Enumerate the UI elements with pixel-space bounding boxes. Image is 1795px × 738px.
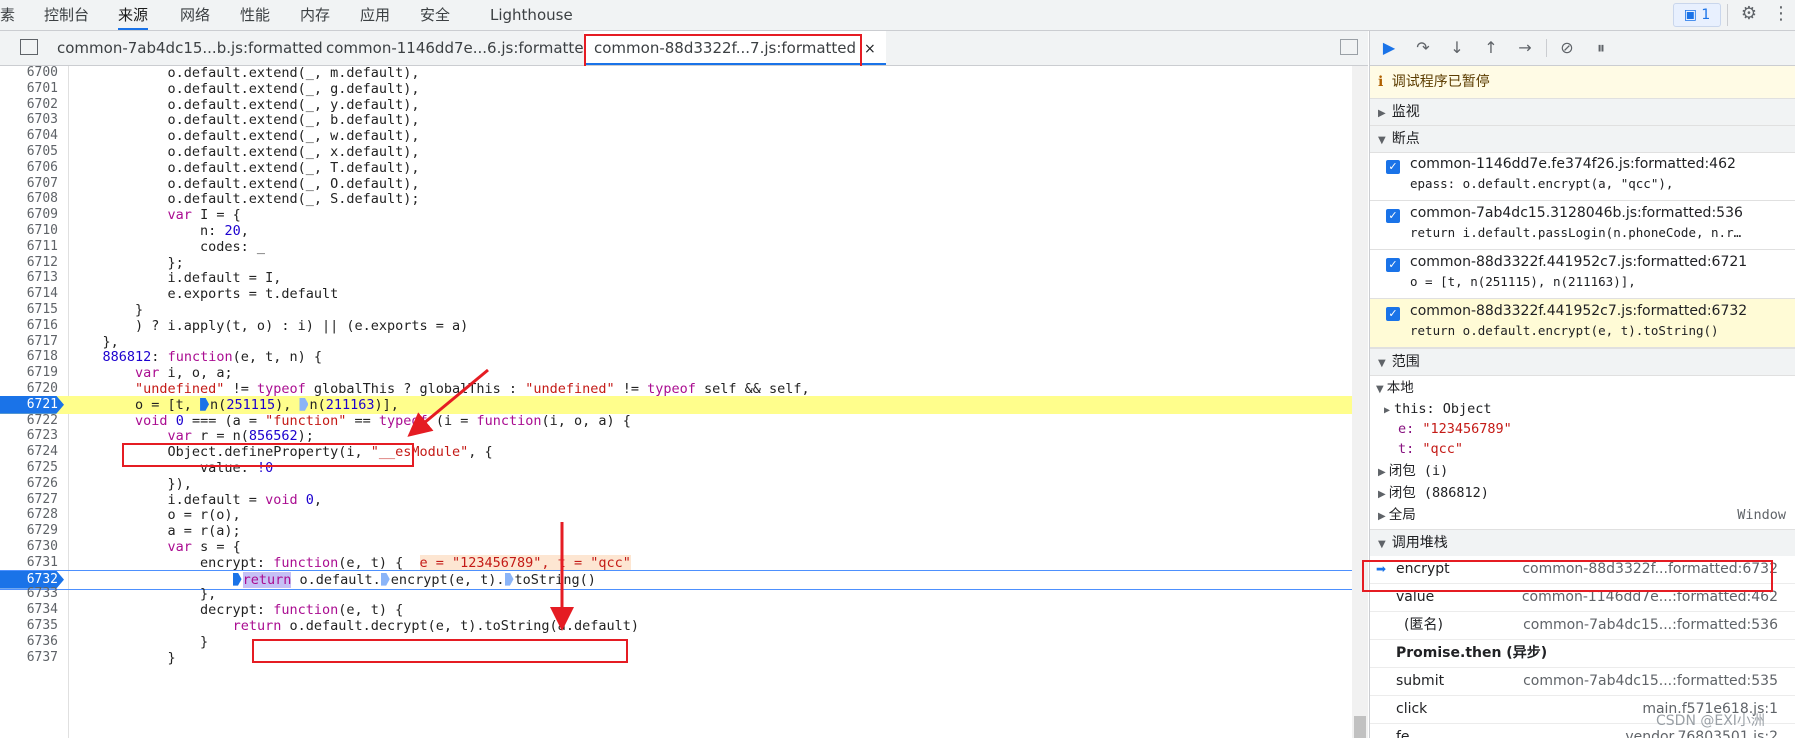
step-out-icon[interactable]: ↑ <box>1480 37 1502 59</box>
section-title: 范围 <box>1391 354 1420 370</box>
breakpoint-location: common-88d3322f.441952c7.js:formatted:67… <box>1410 303 1748 319</box>
breakpoint-location: common-1146dd7e.fe374f26.js:formatted:46… <box>1410 156 1736 172</box>
deactivate-breakpoints-icon[interactable]: ⊘ <box>1556 37 1578 59</box>
section-title: 监视 <box>1391 104 1420 120</box>
divider <box>1546 39 1547 57</box>
collapse-triangle-icon: ▼ <box>1376 384 1384 395</box>
scope-local[interactable]: ▼ 本地 <box>1370 378 1795 398</box>
annotation-red-box-callstack <box>1362 560 1773 592</box>
scope-local-label: 本地 <box>1386 380 1414 396</box>
callstack-async-separator: Promise.then (异步) <box>1370 640 1795 668</box>
expand-triangle-icon: ▶ <box>1378 511 1386 522</box>
scope-this[interactable]: ▶ this: Object <box>1384 399 1795 419</box>
scope-section-header[interactable]: ▼ 范围 <box>1370 348 1795 376</box>
annotation-arrow-1 <box>407 368 489 437</box>
paused-banner: ℹ 调试程序已暂停 <box>1370 66 1795 99</box>
callstack-frame[interactable]: submit common-7ab4dc15...:formatted:535 <box>1370 668 1795 696</box>
frame-location: common-7ab4dc15...:formatted:536 <box>1523 617 1778 633</box>
breakpoint-code: o = [t, n(251115), n(211163)], <box>1410 274 1636 289</box>
async-label: Promise.then (异步) <box>1396 645 1548 661</box>
collapse-triangle-icon: ▼ <box>1378 135 1386 146</box>
breakpoint-item[interactable]: ✓ common-1146dd7e.fe374f26.js:formatted:… <box>1370 152 1795 201</box>
breakpoint-location: common-7ab4dc15.3128046b.js:formatted:53… <box>1410 205 1743 221</box>
pause-on-exceptions-icon[interactable]: ⏸ <box>1590 37 1612 59</box>
scope-var-e[interactable]: e: "123456789" <box>1398 419 1795 439</box>
var-name: e: <box>1398 421 1415 437</box>
scope-closure-label: 闭包 (i) <box>1388 463 1449 479</box>
breakpoint-code: return o.default.encrypt(e, t).toString(… <box>1410 323 1719 338</box>
frame-function: fe <box>1396 729 1410 738</box>
breakpoint-code: epass: o.default.encrypt(a, "qcc"), <box>1410 176 1674 191</box>
frame-function: (匿名) <box>1404 617 1443 633</box>
watch-section-header[interactable]: ▶ 监视 <box>1370 98 1795 126</box>
debugger-toolbar: ▶ ↷ ↓ ↑ → ⊘ ⏸ <box>1370 31 1795 66</box>
expand-triangle-icon: ▶ <box>1384 405 1391 416</box>
expand-triangle-icon: ▶ <box>1378 489 1386 500</box>
step-icon[interactable]: → <box>1514 37 1536 59</box>
breakpoints-section-header[interactable]: ▼ 断点 <box>1370 125 1795 153</box>
section-title: 调用堆栈 <box>1391 535 1448 551</box>
expand-triangle-icon: ▶ <box>1378 467 1386 478</box>
scope-var-t[interactable]: t: "qcc" <box>1398 439 1795 459</box>
collapse-triangle-icon: ▼ <box>1378 358 1386 369</box>
scope-this-label: this: Object <box>1394 401 1492 417</box>
var-value: "123456789" <box>1422 421 1512 437</box>
scope-closure-i[interactable]: ▶ 闭包 (i) <box>1370 461 1795 481</box>
breakpoint-checkbox[interactable]: ✓ <box>1386 160 1400 174</box>
step-into-icon[interactable]: ↓ <box>1446 37 1468 59</box>
frame-location: common-7ab4dc15...:formatted:535 <box>1523 673 1778 689</box>
var-value: "qcc" <box>1422 441 1464 457</box>
breakpoint-checkbox[interactable]: ✓ <box>1386 258 1400 272</box>
breakpoint-item[interactable]: ✓ common-88d3322f.441952c7.js:formatted:… <box>1370 250 1795 299</box>
expand-triangle-icon: ▶ <box>1378 108 1386 119</box>
scope-global-label: 全局 <box>1388 507 1416 523</box>
debugger-sidebar: ▶ ↷ ↓ ↑ → ⊘ ⏸ ℹ 调试程序已暂停 ▶ 监视 ▼ 断点 ✓ common… <box>1369 31 1795 738</box>
scope-global[interactable]: ▶ 全局 Window <box>1370 505 1795 525</box>
frame-function: submit <box>1396 673 1445 689</box>
breakpoint-code: return i.default.passLogin(n.phoneCode, … <box>1410 225 1742 240</box>
callstack-frame[interactable]: (匿名) common-7ab4dc15...:formatted:536 <box>1370 612 1795 640</box>
callstack-section-header[interactable]: ▼ 调用堆栈 <box>1370 529 1795 557</box>
scope-global-value: Window <box>1737 507 1786 523</box>
breakpoint-checkbox[interactable]: ✓ <box>1386 209 1400 223</box>
breakpoint-item[interactable]: ✓ common-7ab4dc15.3128046b.js:formatted:… <box>1370 201 1795 250</box>
resume-icon[interactable]: ▶ <box>1378 37 1400 59</box>
section-title: 断点 <box>1391 131 1420 147</box>
scope-closure-label: 闭包 (886812) <box>1388 485 1489 501</box>
step-over-icon[interactable]: ↷ <box>1412 37 1434 59</box>
collapse-triangle-icon: ▼ <box>1378 539 1386 550</box>
breakpoint-checkbox[interactable]: ✓ <box>1386 307 1400 321</box>
breakpoint-item-active[interactable]: ✓ common-88d3322f.441952c7.js:formatted:… <box>1370 299 1795 348</box>
paused-text: 调试程序已暂停 <box>1391 74 1490 90</box>
info-icon: ℹ <box>1378 74 1384 90</box>
breakpoint-location: common-88d3322f.441952c7.js:formatted:67… <box>1410 254 1748 270</box>
frame-function: click <box>1396 701 1428 717</box>
var-name: t: <box>1398 441 1415 457</box>
watermark: CSDN @EXI小洲 <box>1656 713 1765 729</box>
scope-closure-886812[interactable]: ▶ 闭包 (886812) <box>1370 483 1795 503</box>
